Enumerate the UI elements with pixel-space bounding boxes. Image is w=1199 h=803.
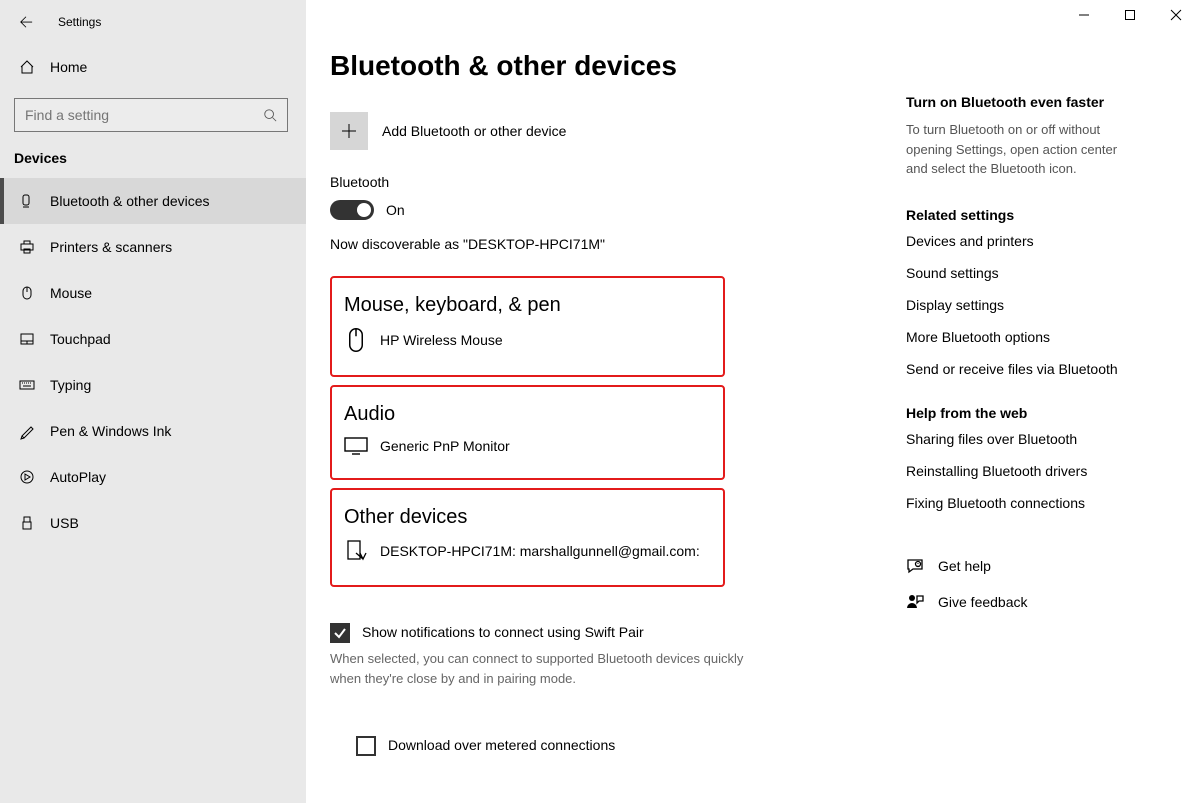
- sidebar-item-printers[interactable]: Printers & scanners: [0, 224, 306, 270]
- group-title: Mouse, keyboard, & pen: [344, 294, 711, 317]
- sidebar: Settings Home Devices Bluetooth & other …: [0, 0, 306, 803]
- back-button[interactable]: [18, 15, 34, 29]
- titlebar-left: Settings: [0, 0, 306, 44]
- link-devices-printers[interactable]: Devices and printers: [906, 233, 1134, 249]
- add-device-button[interactable]: Add Bluetooth or other device: [330, 112, 906, 150]
- related-title: Related settings: [906, 207, 1134, 223]
- page-title: Bluetooth & other devices: [330, 50, 906, 82]
- sidebar-item-bluetooth[interactable]: Bluetooth & other devices: [0, 178, 306, 224]
- metered-label: Download over metered connections: [388, 736, 615, 753]
- help-chat-icon: [906, 557, 924, 575]
- add-device-label: Add Bluetooth or other device: [382, 123, 566, 139]
- search-box[interactable]: [14, 98, 288, 132]
- sidebar-item-label: Pen & Windows Ink: [50, 423, 171, 439]
- device-name: Generic PnP Monitor: [380, 438, 510, 454]
- feedback-icon: [906, 593, 924, 611]
- related-links: Devices and printers Sound settings Disp…: [906, 233, 1134, 377]
- link-sharing-files[interactable]: Sharing files over Bluetooth: [906, 431, 1134, 447]
- link-display-settings[interactable]: Display settings: [906, 297, 1134, 313]
- app-title: Settings: [58, 15, 101, 29]
- main: Bluetooth & other devices Add Bluetooth …: [306, 0, 1199, 803]
- sidebar-item-autoplay[interactable]: AutoPlay: [0, 454, 306, 500]
- bluetooth-icon: [18, 193, 36, 209]
- bluetooth-toggle[interactable]: [330, 200, 374, 220]
- sidebar-item-usb[interactable]: USB: [0, 500, 306, 546]
- home-nav[interactable]: Home: [0, 44, 306, 90]
- monitor-icon: [344, 436, 368, 456]
- close-button[interactable]: [1153, 0, 1199, 30]
- group-mouse-keyboard-pen: Mouse, keyboard, & pen HP Wireless Mouse: [330, 276, 725, 377]
- home-label: Home: [50, 59, 87, 75]
- help-links: Sharing files over Bluetooth Reinstallin…: [906, 431, 1134, 511]
- link-more-bt-options[interactable]: More Bluetooth options: [906, 329, 1134, 345]
- sidebar-item-label: USB: [50, 515, 79, 531]
- sidebar-item-label: Mouse: [50, 285, 92, 301]
- sidebar-item-typing[interactable]: Typing: [0, 362, 306, 408]
- group-audio: Audio Generic PnP Monitor: [330, 385, 725, 480]
- faster-title: Turn on Bluetooth even faster: [906, 94, 1134, 110]
- sidebar-item-label: Touchpad: [50, 331, 111, 347]
- sidebar-item-mouse[interactable]: Mouse: [0, 270, 306, 316]
- search-input[interactable]: [25, 107, 263, 123]
- search-icon: [263, 108, 277, 122]
- sidebar-item-label: Printers & scanners: [50, 239, 172, 255]
- give-feedback-link[interactable]: Give feedback: [906, 593, 1134, 611]
- group-title: Audio: [344, 403, 711, 426]
- touchpad-icon: [18, 331, 36, 347]
- section-devices: Devices: [0, 144, 306, 178]
- give-feedback-label: Give feedback: [938, 594, 1028, 610]
- window-controls: [1061, 0, 1199, 30]
- autoplay-icon: [18, 469, 36, 485]
- checkbox-unchecked-icon: [356, 736, 376, 756]
- checkbox-checked-icon: [330, 623, 350, 643]
- sidebar-item-pen[interactable]: Pen & Windows Ink: [0, 408, 306, 454]
- device-name: HP Wireless Mouse: [380, 332, 503, 348]
- link-fixing-connections[interactable]: Fixing Bluetooth connections: [906, 495, 1134, 511]
- swift-pair-label: Show notifications to connect using Swif…: [362, 623, 644, 640]
- help-title: Help from the web: [906, 405, 1134, 421]
- minimize-button[interactable]: [1061, 0, 1107, 30]
- group-title: Other devices: [344, 506, 711, 529]
- link-reinstalling-drivers[interactable]: Reinstalling Bluetooth drivers: [906, 463, 1134, 479]
- pen-icon: [18, 423, 36, 439]
- content-area: Bluetooth & other devices Add Bluetooth …: [306, 0, 906, 803]
- device-icon: [344, 539, 368, 563]
- plus-icon: [330, 112, 368, 150]
- faster-desc: To turn Bluetooth on or off without open…: [906, 120, 1134, 179]
- swift-pair-checkbox-row[interactable]: Show notifications to connect using Swif…: [330, 623, 906, 643]
- sidebar-item-touchpad[interactable]: Touchpad: [0, 316, 306, 362]
- device-name: DESKTOP-HPCI71M: marshallgunnell@gmail.c…: [380, 543, 700, 559]
- sidebar-item-label: Bluetooth & other devices: [50, 193, 210, 209]
- swift-pair-desc: When selected, you can connect to suppor…: [330, 649, 750, 688]
- discoverable-text: Now discoverable as "DESKTOP-HPCI71M": [330, 236, 906, 252]
- right-column: Turn on Bluetooth even faster To turn Bl…: [906, 0, 1154, 803]
- metered-checkbox-row[interactable]: Download over metered connections: [356, 736, 906, 756]
- usb-icon: [18, 515, 36, 531]
- keyboard-icon: [18, 377, 36, 393]
- printer-icon: [18, 239, 36, 255]
- get-help-label: Get help: [938, 558, 991, 574]
- sidebar-item-label: AutoPlay: [50, 469, 106, 485]
- home-icon: [18, 59, 36, 75]
- get-help-link[interactable]: Get help: [906, 557, 1134, 575]
- device-item[interactable]: Generic PnP Monitor: [344, 436, 711, 456]
- bluetooth-state: On: [386, 202, 405, 218]
- link-sound-settings[interactable]: Sound settings: [906, 265, 1134, 281]
- maximize-button[interactable]: [1107, 0, 1153, 30]
- bluetooth-heading: Bluetooth: [330, 174, 906, 190]
- mouse-icon: [344, 327, 368, 353]
- device-item[interactable]: HP Wireless Mouse: [344, 327, 711, 353]
- link-send-receive-files[interactable]: Send or receive files via Bluetooth: [906, 361, 1134, 377]
- mouse-icon: [18, 285, 36, 301]
- device-item[interactable]: DESKTOP-HPCI71M: marshallgunnell@gmail.c…: [344, 539, 711, 563]
- group-other-devices: Other devices DESKTOP-HPCI71M: marshallg…: [330, 488, 725, 587]
- sidebar-item-label: Typing: [50, 377, 91, 393]
